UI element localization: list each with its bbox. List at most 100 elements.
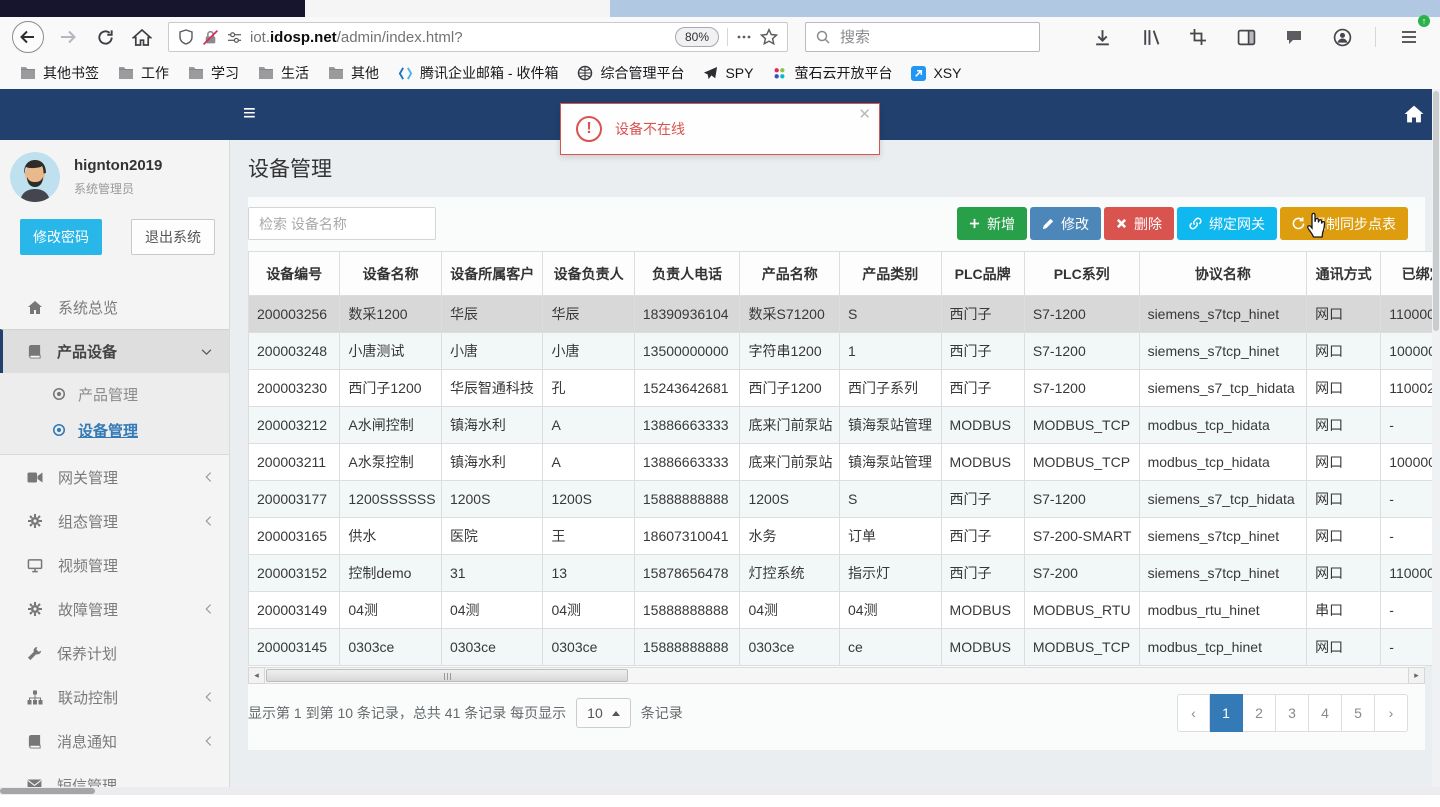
bookmark-item[interactable]: 腾讯企业邮箱 - 收件箱 (390, 60, 566, 86)
sidebar-item[interactable]: 组态管理 (0, 499, 229, 543)
column-header[interactable]: PLC系列 (1023, 251, 1140, 296)
bookmark-item[interactable]: 其他 (320, 60, 387, 86)
table-cell: 网口 (1306, 332, 1382, 370)
scrollbar-track[interactable] (265, 667, 1408, 684)
alert-close-icon[interactable]: ✕ (858, 105, 871, 123)
column-header[interactable]: 设备所属客户 (440, 251, 544, 296)
download-icon[interactable] (1087, 21, 1117, 53)
table-row[interactable]: 200003149 04测 04测 04测 15888888888 04测 04测 MODBU… (248, 591, 1432, 629)
sidebar-subitem-label: 设备管理 (78, 422, 139, 440)
sidebar-item[interactable]: 视频管理 (0, 543, 229, 587)
column-header[interactable]: 设备编号 (248, 251, 341, 296)
column-header[interactable]: 产品类别 (839, 251, 942, 296)
column-header[interactable]: 产品名称 (739, 251, 840, 296)
page-vertical-scrollbar[interactable] (1432, 89, 1440, 787)
bookmark-item[interactable]: SPY (695, 62, 761, 84)
pager-page[interactable]: 3 (1276, 694, 1309, 732)
sidebar-subitem[interactable]: 设备管理 (0, 412, 229, 448)
permissions-icon[interactable] (227, 30, 242, 45)
insecure-lock-icon[interactable] (202, 29, 219, 46)
app-menu-icon[interactable]: ↑ (1394, 15, 1430, 53)
app-home-icon[interactable] (1404, 105, 1424, 123)
library-icon[interactable] (1135, 21, 1165, 53)
back-button[interactable] (10, 21, 46, 53)
horizontal-scrollbar-thumb[interactable] (0, 788, 95, 794)
forward-button[interactable] (53, 21, 83, 53)
chevron-left-icon (205, 735, 212, 747)
screenshot-crop-icon[interactable] (1183, 21, 1213, 53)
column-header[interactable]: PLC品牌 (940, 251, 1025, 296)
table-row[interactable]: 200003211 A水泵控制 镇海水利 A 13886663333 底来门前泵站 镇海泵站… (248, 443, 1432, 481)
add-device-button[interactable]: 新增 (957, 207, 1027, 240)
table-cell: 200003149 (248, 591, 341, 629)
browser-search[interactable] (805, 22, 1040, 52)
account-icon[interactable] (1327, 21, 1357, 53)
table-row[interactable]: 200003177 1200SSSSSS 1200S 1200S 15888888888… (248, 480, 1432, 518)
page-size-dropdown[interactable]: 10 (576, 698, 631, 728)
column-header[interactable]: 通讯方式 (1306, 251, 1382, 296)
pager-page[interactable]: 4 (1309, 694, 1342, 732)
sidebar-item[interactable]: 故障管理 (0, 587, 229, 631)
sidebar-item[interactable]: 消息通知 (0, 719, 229, 763)
home-button[interactable] (127, 21, 157, 53)
force-sync-button[interactable]: 强制同步点表 (1280, 207, 1408, 240)
device-search-input[interactable] (248, 207, 436, 240)
scroll-left-arrow-icon[interactable]: ◂ (248, 667, 265, 684)
bookmark-item[interactable]: 萤石云开放平台 (764, 60, 900, 86)
dots-icon (772, 66, 787, 81)
table-row[interactable]: 200003256 数采1200 华辰 华辰 18390936104 数采S71200 S 西… (248, 295, 1432, 333)
table-row[interactable]: 200003212 A水闸控制 镇海水利 A 13886663333 底来门前泵站 镇海泵站… (248, 406, 1432, 444)
bookmark-label: XSY (933, 65, 962, 81)
sidebar-item[interactable]: 联动控制 (0, 675, 229, 719)
table-horizontal-scrollbar[interactable]: ◂ ▸ (248, 667, 1425, 684)
vertical-scrollbar-thumb[interactable] (1433, 91, 1439, 331)
pager-page[interactable]: 5 (1342, 694, 1375, 732)
table-row[interactable]: 200003248 小唐测试 小唐 小唐 13500000000 字符串1200 1 西门子 S… (248, 332, 1432, 370)
edit-device-button[interactable]: 修改 (1030, 207, 1101, 240)
sidebar-subitem[interactable]: 产品管理 (0, 376, 229, 412)
sidebar-toggle-icon[interactable]: ≡ (243, 102, 256, 124)
bind-gateway-button[interactable]: 绑定网关 (1177, 207, 1277, 240)
page-horizontal-scrollbar[interactable] (0, 787, 1440, 795)
bookmark-item[interactable]: 学习 (180, 60, 247, 86)
pager-page[interactable]: 2 (1243, 694, 1276, 732)
pager-prev[interactable]: ‹ (1177, 694, 1210, 732)
bookmark-item[interactable]: XSY (903, 62, 969, 84)
shield-icon[interactable] (178, 29, 194, 45)
sidebar-panel-icon[interactable] (1231, 21, 1261, 53)
pager-next[interactable]: › (1375, 694, 1408, 732)
column-header[interactable]: 设备负责人 (542, 251, 635, 296)
scroll-right-arrow-icon[interactable]: ▸ (1408, 667, 1425, 684)
bookmark-item[interactable]: 工作 (110, 60, 177, 86)
scrollbar-thumb[interactable] (266, 669, 628, 682)
zoom-indicator[interactable]: 80% (674, 27, 719, 47)
sidebar-item[interactable]: 短信管理 (0, 763, 229, 807)
bookmark-star-icon[interactable] (760, 28, 778, 46)
sidebar-item[interactable]: 系统总览 (0, 285, 229, 329)
logout-button[interactable]: 退出系统 (131, 219, 215, 255)
table-row[interactable]: 200003230 西门子1200 华辰智通科技孔 15243642681 西门子120… (248, 369, 1432, 407)
column-header[interactable]: 协议名称 (1138, 251, 1308, 296)
column-header[interactable]: 负责人电话 (633, 251, 741, 296)
url-text[interactable]: iot.idosp.net/admin/index.html? (250, 29, 667, 46)
bookmark-item[interactable]: 生活 (250, 60, 317, 86)
table-row[interactable]: 200003152 控制demo 31 13 15878656478 灯控系统 指示灯 西门子… (248, 554, 1432, 592)
table-row[interactable]: 200003145 0303ce 0303ce 0303ce 15888888888 03… (248, 628, 1432, 666)
column-header[interactable]: 已绑定网关 (1380, 251, 1432, 296)
delete-device-button[interactable]: 删除 (1104, 207, 1174, 240)
table-row[interactable]: 200003165 供水 医院王 18607310041 水务 订单 西门子 S7-200-S… (248, 517, 1432, 555)
bookmark-item[interactable]: 其他书签 (12, 60, 107, 86)
change-password-button[interactable]: 修改密码 (20, 219, 102, 255)
sidebar-item[interactable]: 保养计划 (0, 631, 229, 675)
bookmark-label: 腾讯企业邮箱 - 收件箱 (420, 65, 559, 81)
browser-search-input[interactable] (840, 28, 1030, 46)
chat-bubble-icon[interactable] (1279, 21, 1309, 53)
sidebar-item[interactable]: 产品设备 (0, 329, 229, 373)
sidebar-item[interactable]: 网关管理 (0, 455, 229, 499)
url-bar[interactable]: iot.idosp.net/admin/index.html? 80% (168, 22, 788, 52)
column-header[interactable]: 设备名称 (339, 251, 442, 296)
reload-button[interactable] (90, 21, 120, 53)
page-actions-icon[interactable] (736, 29, 752, 45)
bookmark-item[interactable]: 综合管理平台 (569, 60, 692, 86)
pager-page[interactable]: 1 (1210, 694, 1243, 732)
